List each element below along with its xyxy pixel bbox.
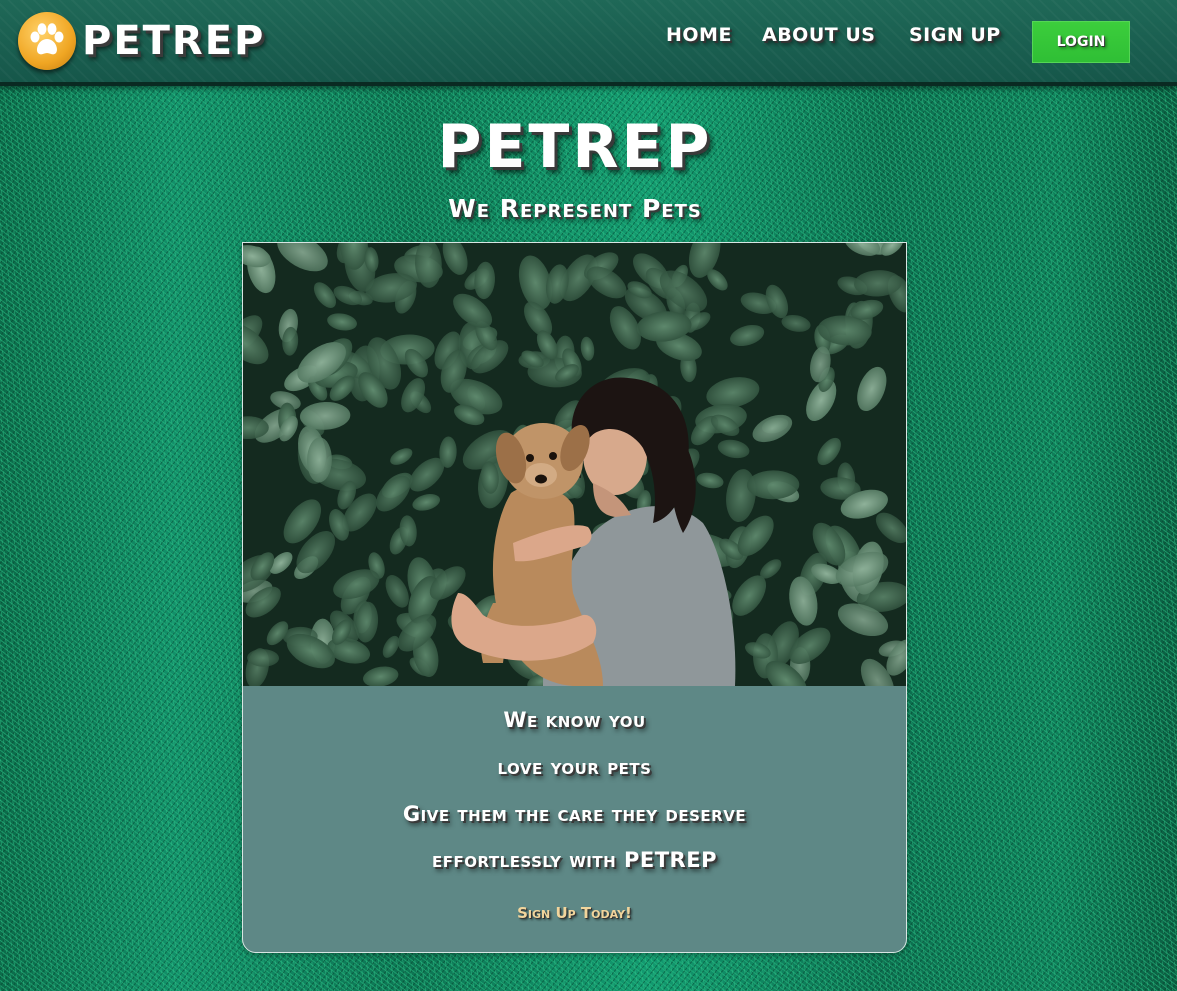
logo[interactable]: PETREP bbox=[18, 12, 265, 70]
hero-subtitle: We Represent Pets bbox=[448, 194, 702, 223]
nav-about-us[interactable]: ABOUT US bbox=[762, 24, 875, 46]
hero-title: PETREP bbox=[437, 112, 713, 182]
login-button[interactable]: Login bbox=[1032, 21, 1130, 63]
sign-up-today-link[interactable]: Sign Up Today! bbox=[243, 904, 906, 922]
hero-card: We know you love your pets Give them the… bbox=[242, 242, 907, 953]
card-line-1: We know you bbox=[503, 708, 646, 732]
paw-icon bbox=[18, 12, 76, 70]
brand-name: PETREP bbox=[82, 18, 266, 64]
card-line-4: effortlessly with PETREP bbox=[432, 848, 717, 872]
site-header: PETREP HOME ABOUT US SIGN UP Login bbox=[0, 0, 1177, 86]
nav-home[interactable]: HOME bbox=[666, 24, 732, 46]
card-body: We know you love your pets Give them the… bbox=[243, 686, 906, 952]
nav-sign-up[interactable]: SIGN UP bbox=[909, 24, 1001, 46]
card-line-3: Give them the care they deserve bbox=[402, 802, 747, 826]
card-line-2: love your pets bbox=[497, 755, 652, 779]
hero-photo bbox=[243, 243, 906, 686]
